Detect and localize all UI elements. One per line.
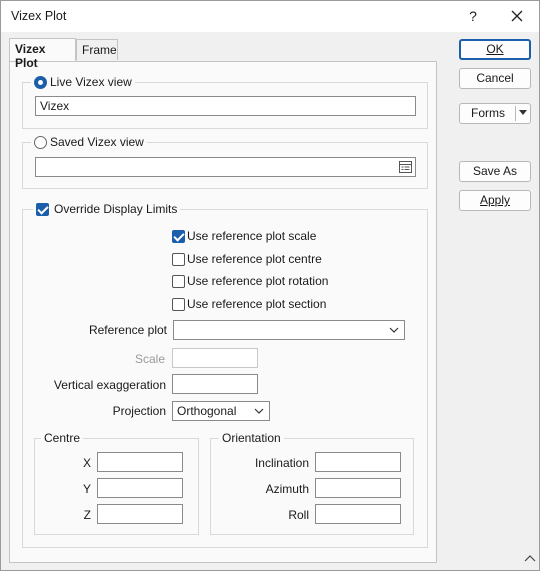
inclination-input[interactable] xyxy=(315,452,401,472)
save-as-label: Save As xyxy=(472,164,518,178)
projection-label: Projection xyxy=(112,404,166,418)
centre-group: Centre X Y Z xyxy=(34,430,199,535)
use-ref-scale-checkbox[interactable]: Use reference plot scale xyxy=(172,227,316,245)
checkbox-checked-icon xyxy=(36,202,49,216)
close-icon xyxy=(511,10,523,22)
projection-dropdown[interactable]: Orthogonal xyxy=(172,401,270,421)
scale-label: Scale xyxy=(134,352,165,366)
cancel-button[interactable]: Cancel xyxy=(459,68,531,89)
centre-title: Centre xyxy=(41,430,84,446)
live-vizex-label: Live Vizex view xyxy=(50,75,132,89)
azimuth-input[interactable] xyxy=(315,478,401,498)
use-ref-scale-label: Use reference plot scale xyxy=(187,229,317,243)
centre-z-label: Z xyxy=(83,508,91,522)
use-ref-centre-label: Use reference plot centre xyxy=(187,252,322,266)
forms-label: Forms xyxy=(471,106,505,120)
vertical-exaggeration-label: Vertical exaggeration xyxy=(53,378,166,392)
radio-unselected-icon xyxy=(34,135,47,149)
override-limits-label: Override Display Limits xyxy=(54,202,178,216)
browse-list-icon[interactable] xyxy=(399,161,412,173)
close-button[interactable] xyxy=(505,5,529,27)
azimuth-label: Azimuth xyxy=(265,482,309,496)
reference-plot-dropdown[interactable] xyxy=(173,320,405,340)
inclination-label: Inclination xyxy=(254,456,309,470)
chevron-down-icon xyxy=(254,408,264,414)
saved-vizex-input[interactable] xyxy=(35,157,416,177)
saved-vizex-label: Saved Vizex view xyxy=(50,135,144,149)
use-ref-rotation-checkbox[interactable]: Use reference plot rotation xyxy=(172,272,328,290)
ok-label: OK xyxy=(486,42,504,56)
title-bar: Vizex Plot ? xyxy=(1,1,539,32)
checkbox-unchecked-icon xyxy=(172,297,185,311)
window-title: Vizex Plot xyxy=(11,9,67,23)
orientation-group: Orientation Inclination Azimuth Roll xyxy=(210,430,414,535)
saved-vizex-group: Saved Vizex view xyxy=(22,134,428,189)
reference-plot-label: Reference plot xyxy=(88,323,167,337)
chevron-up-icon[interactable] xyxy=(524,554,536,564)
projection-value: Orthogonal xyxy=(177,404,237,418)
centre-z-input[interactable] xyxy=(97,504,183,524)
live-vizex-input[interactable]: Vizex xyxy=(35,96,416,116)
orientation-title: Orientation xyxy=(219,430,284,446)
vertical-exaggeration-input[interactable] xyxy=(172,374,258,394)
override-limits-group: Override Display Limits Use reference pl… xyxy=(22,201,428,548)
centre-x-input[interactable] xyxy=(97,452,183,472)
checkbox-unchecked-icon xyxy=(172,274,185,288)
help-button[interactable]: ? xyxy=(463,6,483,26)
dropdown-arrow-icon[interactable] xyxy=(519,110,527,115)
override-limits-checkbox[interactable]: Override Display Limits xyxy=(33,201,181,217)
chevron-down-icon xyxy=(389,327,399,333)
radio-selected-icon xyxy=(34,75,47,89)
live-vizex-radio[interactable]: Live Vizex view xyxy=(31,74,135,90)
use-ref-section-label: Use reference plot section xyxy=(187,297,327,311)
centre-x-label: X xyxy=(82,456,91,470)
centre-y-label: Y xyxy=(82,482,91,496)
checkbox-checked-icon xyxy=(172,229,185,243)
live-vizex-group: Live Vizex view Vizex xyxy=(22,74,428,129)
apply-label: Apply xyxy=(479,193,511,207)
tab-vizex-plot[interactable]: Vizex Plot xyxy=(9,38,76,70)
roll-input[interactable] xyxy=(315,504,401,524)
tab-label: Frame xyxy=(82,43,117,57)
use-ref-section-checkbox[interactable]: Use reference plot section xyxy=(172,295,326,313)
scale-input[interactable] xyxy=(172,348,258,368)
forms-split-divider xyxy=(515,106,516,121)
forms-button[interactable]: Forms xyxy=(459,103,531,124)
use-ref-centre-checkbox[interactable]: Use reference plot centre xyxy=(172,250,322,268)
checkbox-unchecked-icon xyxy=(172,252,185,266)
centre-y-input[interactable] xyxy=(97,478,183,498)
use-ref-rotation-label: Use reference plot rotation xyxy=(187,274,329,288)
vizex-plot-dialog: Vizex Plot ? Vizex Plot Frame Live Vizex… xyxy=(0,0,540,571)
tab-frame[interactable]: Frame xyxy=(76,39,118,60)
ok-button[interactable]: OK xyxy=(459,39,531,60)
roll-label: Roll xyxy=(288,508,309,522)
saved-vizex-radio[interactable]: Saved Vizex view xyxy=(31,134,147,150)
save-as-button[interactable]: Save As xyxy=(459,161,531,182)
apply-button[interactable]: Apply xyxy=(459,190,531,211)
tab-panel: Live Vizex view Vizex Saved Vizex view O… xyxy=(9,61,437,563)
cancel-label: Cancel xyxy=(476,71,514,85)
